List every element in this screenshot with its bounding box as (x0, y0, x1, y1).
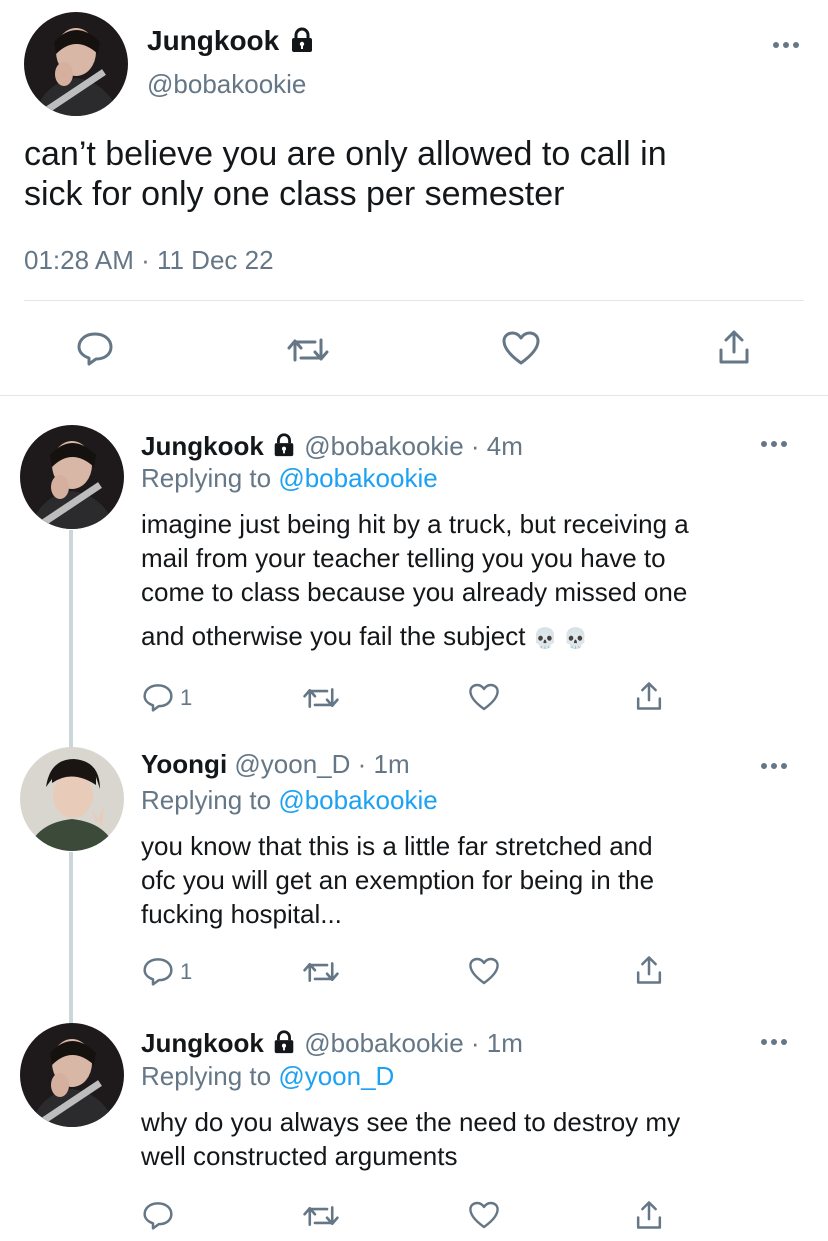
avatar[interactable] (20, 747, 124, 851)
reply-icon[interactable] (142, 1200, 174, 1230)
replying-label: Replying to (141, 785, 272, 815)
more-options-icon[interactable] (760, 759, 788, 777)
like-icon[interactable] (501, 330, 541, 366)
replying-to-link[interactable]: @yoon_D (278, 1061, 394, 1091)
lock-icon (271, 432, 297, 465)
like-icon[interactable] (468, 682, 500, 712)
author-handle[interactable]: @bobakookie (147, 68, 306, 100)
reply-time: · 1m (357, 749, 410, 779)
replying-to: Replying to @bobakookie (141, 462, 438, 494)
replying-to: Replying to @bobakookie (141, 784, 438, 816)
reply-count: 1 (180, 685, 193, 710)
avatar[interactable] (20, 425, 124, 529)
lock-icon (288, 26, 316, 59)
tweet-timestamp: 01:28 AM · 11 Dec 22 (24, 245, 274, 275)
thread-line (69, 852, 73, 1024)
tweet-text-line: sick for only one class per semester (24, 175, 565, 213)
author-name[interactable]: Jungkook (147, 24, 279, 58)
reply-text-line: fucking hospital... (141, 899, 342, 929)
replying-label: Replying to (141, 1061, 272, 1091)
author-name[interactable]: Jungkook (141, 1028, 264, 1058)
share-icon[interactable] (634, 680, 664, 712)
retweet-icon[interactable] (286, 334, 330, 366)
author-handle[interactable]: @yoon_D (234, 749, 350, 779)
reply-text-line: ofc you will get an exemption for being … (141, 865, 655, 895)
replying-to: Replying to @yoon_D (141, 1060, 394, 1092)
reply-icon[interactable] (76, 330, 114, 366)
author-handle[interactable]: @bobakookie (304, 1028, 463, 1058)
reply-time: · 1m (470, 1028, 523, 1058)
reply-header: Yoongi @yoon_D · 1m (141, 748, 410, 780)
replying-label: Replying to (141, 463, 272, 493)
reply-count: 1 (180, 959, 193, 984)
retweet-icon[interactable] (302, 684, 340, 712)
reply-text-line: imagine just being hit by a truck, but r… (141, 509, 689, 539)
reply-text-line: come to class because you already missed… (141, 577, 688, 607)
lock-icon (271, 1029, 297, 1062)
like-icon[interactable] (468, 956, 500, 986)
more-options-icon[interactable] (760, 437, 788, 455)
reply-text: and otherwise you fail the subject (141, 621, 526, 651)
share-icon[interactable] (716, 328, 752, 366)
more-options-icon[interactable] (760, 1035, 788, 1053)
reply-text-line: why do you always see the need to destro… (141, 1107, 681, 1137)
replying-to-link[interactable]: @bobakookie (278, 785, 437, 815)
author-name[interactable]: Jungkook (141, 431, 264, 461)
avatar[interactable] (24, 12, 128, 116)
skull-emoji: 💀 💀 (532, 628, 589, 650)
like-icon[interactable] (468, 1200, 500, 1230)
reply-text-line: mail from your teacher telling you you h… (141, 543, 666, 573)
author-handle[interactable]: @bobakookie (304, 431, 463, 461)
retweet-icon[interactable] (302, 1202, 340, 1230)
reply-text-line: well constructed arguments (141, 1141, 458, 1171)
reply-text-line-with-emoji: and otherwise you fail the subject 💀 💀 (141, 619, 801, 656)
divider (24, 300, 804, 301)
tweet-text-line: can’t believe you are only allowed to ca… (24, 135, 667, 173)
reply-icon[interactable] (142, 682, 174, 712)
thread-line (69, 530, 73, 748)
reply-icon[interactable] (142, 956, 174, 986)
replying-to-link[interactable]: @bobakookie (278, 463, 437, 493)
author-name[interactable]: Yoongi (141, 749, 227, 779)
reply-text-line: you know that this is a little far stret… (141, 831, 653, 861)
reply-header: Jungkook @bobakookie · 1m (141, 1027, 523, 1062)
avatar[interactable] (20, 1023, 124, 1127)
divider (0, 395, 828, 396)
retweet-icon[interactable] (302, 958, 340, 986)
more-options-icon[interactable] (772, 38, 800, 56)
share-icon[interactable] (634, 954, 664, 986)
share-icon[interactable] (634, 1199, 664, 1231)
reply-time: · 4m (470, 431, 523, 461)
reply-header: Jungkook @bobakookie · 4m (141, 430, 523, 465)
